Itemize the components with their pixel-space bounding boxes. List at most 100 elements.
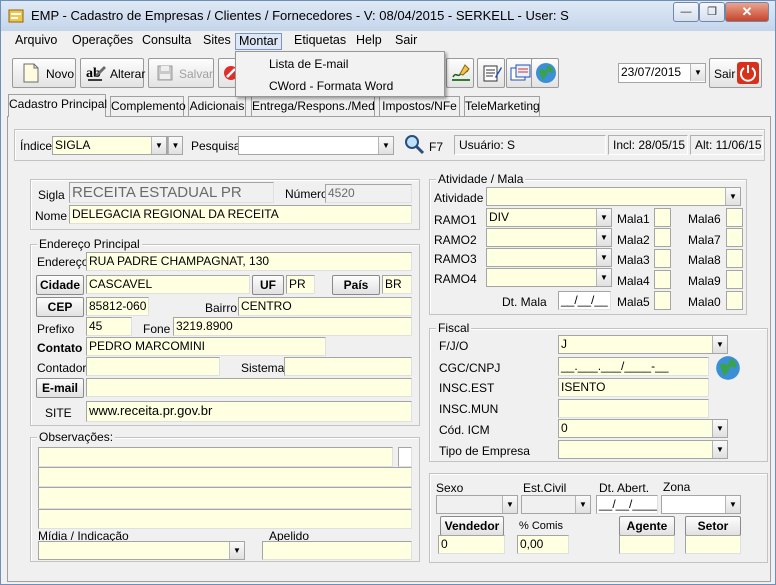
contador-field[interactable]: [86, 357, 220, 376]
menu-consulta[interactable]: Consulta: [139, 33, 194, 50]
sexo-combo[interactable]: ▼: [436, 495, 518, 514]
chevron-down-icon[interactable]: ▼: [378, 137, 393, 154]
menu-operacoes[interactable]: Operações: [69, 33, 136, 50]
close-button[interactable]: ✕: [725, 2, 769, 22]
apelido-field[interactable]: [262, 541, 412, 560]
chevron-down-icon[interactable]: ▼: [596, 249, 611, 266]
chevron-down-icon[interactable]: ▼: [690, 64, 705, 81]
mala4-field[interactable]: [654, 270, 671, 289]
tab-adicionais[interactable]: Adicionais: [188, 96, 246, 116]
chevron-down-icon[interactable]: ▼: [168, 137, 182, 154]
menu-cword[interactable]: CWord - Formata Word: [269, 79, 393, 93]
observacao-scroll[interactable]: [398, 447, 412, 467]
chevron-down-icon[interactable]: ▼: [596, 209, 611, 226]
search-icon[interactable]: [404, 134, 426, 156]
menu-etiquetas[interactable]: Etiquetas: [291, 33, 349, 50]
mala2-field[interactable]: [654, 228, 671, 247]
chevron-down-icon[interactable]: ▼: [725, 188, 740, 205]
endereco-field[interactable]: RUA PADRE CHAMPAGNAT, 130: [86, 252, 412, 271]
pais-button[interactable]: País: [332, 275, 380, 295]
email-button[interactable]: E-mail: [36, 378, 84, 398]
mala3-field[interactable]: [654, 249, 671, 268]
mala7-field[interactable]: [726, 228, 743, 247]
minimize-button[interactable]: —: [673, 2, 699, 22]
chevron-down-icon[interactable]: ▼: [596, 269, 611, 286]
cgc-field[interactable]: __.___.___/____-__: [558, 357, 709, 376]
mala6-field[interactable]: [726, 208, 743, 227]
alterar-button[interactable]: ab Alterar: [80, 58, 145, 88]
mala5-field[interactable]: [654, 291, 671, 310]
fichas-button[interactable]: [506, 58, 534, 88]
observacao-line-3[interactable]: [38, 487, 412, 509]
chevron-down-icon[interactable]: ▼: [712, 441, 727, 458]
notas-button[interactable]: [477, 58, 505, 88]
vendedor-button[interactable]: Vendedor: [440, 516, 504, 536]
nome-field[interactable]: DELEGACIA REGIONAL DA RECEITA: [69, 205, 412, 224]
vendedor-field[interactable]: 0: [438, 535, 505, 554]
tab-complemento[interactable]: Complemento: [110, 96, 186, 116]
tab-cadastro-principal[interactable]: Cadastro Principal: [8, 94, 107, 117]
sair-button[interactable]: Sair: [709, 58, 762, 88]
setor-field[interactable]: [685, 535, 741, 554]
agente-field[interactable]: [619, 535, 675, 554]
ramo4-combo[interactable]: ▼: [486, 268, 612, 287]
tab-telemarketing[interactable]: TeleMarketing: [464, 96, 540, 116]
comis-field[interactable]: 0,00: [517, 535, 569, 554]
icm-combo[interactable]: 0 ▼: [558, 419, 728, 438]
chevron-down-icon[interactable]: ▼: [596, 229, 611, 246]
site-field[interactable]: www.receita.pr.gov.br: [86, 401, 412, 422]
fone-field[interactable]: 3219.8900: [173, 317, 412, 336]
menu-sair[interactable]: Sair: [392, 33, 420, 50]
insc-est-field[interactable]: ISENTO: [558, 378, 709, 397]
indice-combo[interactable]: SIGLA ▼: [52, 136, 167, 155]
chevron-down-icon[interactable]: ▼: [712, 336, 727, 353]
ramo1-combo[interactable]: DIV ▼: [486, 208, 612, 227]
mala9-field[interactable]: [726, 270, 743, 289]
salvar-button[interactable]: Salvar: [148, 58, 214, 88]
mala1-field[interactable]: [654, 208, 671, 227]
mala0-field[interactable]: [726, 291, 743, 310]
midia-combo[interactable]: ▼: [38, 541, 245, 560]
menu-help[interactable]: Help: [353, 33, 385, 50]
observacao-line-2[interactable]: [38, 467, 412, 487]
uf-button[interactable]: UF: [252, 275, 284, 295]
chevron-down-icon[interactable]: ▼: [725, 496, 740, 513]
chevron-down-icon[interactable]: ▼: [575, 496, 590, 513]
menu-arquivo[interactable]: Arquivo: [12, 33, 60, 50]
assinatura-button[interactable]: [446, 58, 474, 88]
numero-field[interactable]: 4520: [325, 184, 412, 203]
fjo-combo[interactable]: J ▼: [558, 335, 728, 354]
pesquisa-combo[interactable]: ▼: [238, 136, 394, 155]
ramo2-combo[interactable]: ▼: [486, 228, 612, 247]
indice-order-combo[interactable]: ▼: [167, 136, 183, 155]
chevron-down-icon[interactable]: ▼: [151, 137, 166, 154]
dtabert-field[interactable]: __/__/____: [596, 495, 658, 514]
contato-field[interactable]: PEDRO MARCOMINI: [86, 337, 326, 356]
estcivil-combo[interactable]: ▼: [521, 495, 591, 514]
atividade-combo[interactable]: ▼: [486, 187, 741, 206]
email-field[interactable]: [86, 378, 412, 397]
chevron-down-icon[interactable]: ▼: [502, 496, 517, 513]
uf-field[interactable]: PR: [286, 275, 315, 294]
sistema-field[interactable]: [284, 357, 412, 376]
cep-field[interactable]: 85812-060: [86, 297, 149, 316]
tipo-empresa-combo[interactable]: ▼: [558, 440, 728, 459]
menu-sites[interactable]: Sites: [200, 33, 234, 50]
prefixo-field[interactable]: 45: [86, 317, 132, 336]
cidade-field[interactable]: CASCAVEL: [86, 275, 250, 294]
dt-mala-field[interactable]: __/__/__: [558, 291, 611, 310]
globe-icon[interactable]: [715, 355, 741, 381]
maximize-button[interactable]: ❐: [699, 2, 725, 22]
internet-button[interactable]: [531, 58, 559, 88]
menu-lista-email[interactable]: Lista de E-mail: [269, 57, 348, 71]
ramo3-combo[interactable]: ▼: [486, 248, 612, 267]
cep-button[interactable]: CEP: [36, 297, 84, 317]
chevron-down-icon[interactable]: ▼: [712, 420, 727, 437]
tab-entrega[interactable]: Entrega/Respons./Med: [251, 96, 375, 116]
sigla-field[interactable]: RECEITA ESTADUAL PR: [69, 182, 274, 203]
observacao-line-1[interactable]: [38, 447, 393, 467]
agente-button[interactable]: Agente: [619, 516, 675, 536]
pais-field[interactable]: BR: [382, 275, 412, 294]
mala8-field[interactable]: [726, 249, 743, 268]
zona-combo[interactable]: ▼: [661, 495, 741, 514]
